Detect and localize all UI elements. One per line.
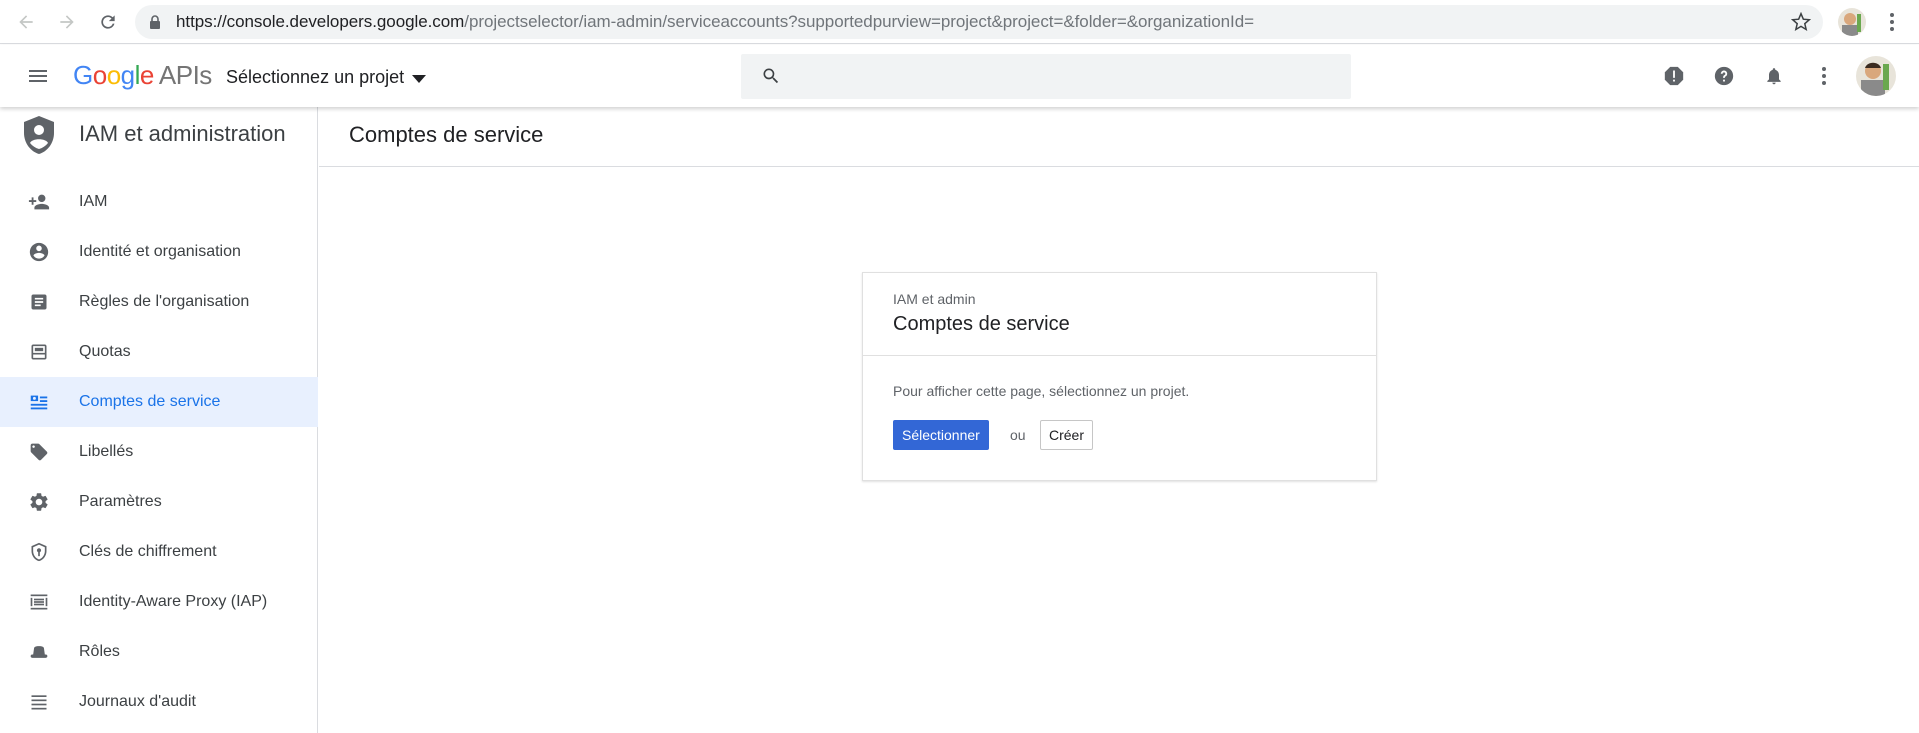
sidebar-item-org-policies[interactable]: Règles de l'organisation bbox=[0, 277, 318, 327]
iam-shield-icon bbox=[22, 115, 56, 160]
back-icon[interactable] bbox=[14, 10, 38, 34]
project-selector-label: Sélectionnez un projet bbox=[226, 66, 405, 87]
account-avatar[interactable] bbox=[1856, 56, 1896, 96]
sidebar-item-quotas[interactable]: Quotas bbox=[0, 327, 318, 377]
reload-icon[interactable] bbox=[96, 10, 120, 34]
project-required-card: IAM et admin Comptes de service Pour aff… bbox=[862, 272, 1377, 481]
label-icon bbox=[27, 440, 51, 464]
browser-toolbar: https://console.developers.google.com/pr… bbox=[0, 0, 1919, 44]
roles-icon bbox=[27, 640, 51, 664]
sidebar-item-audit-logs[interactable]: Journaux d'audit bbox=[0, 677, 318, 727]
browser-menu-icon[interactable] bbox=[1880, 10, 1904, 34]
select-project-button[interactable]: Sélectionner bbox=[893, 420, 989, 450]
sidebar-item-label: Clés de chiffrement bbox=[79, 543, 217, 560]
audit-logs-icon bbox=[27, 690, 51, 714]
dropdown-arrow-icon bbox=[412, 67, 427, 88]
sidebar-item-label: Comptes de service bbox=[79, 393, 221, 410]
lock-icon bbox=[149, 15, 161, 34]
logo-letter: G bbox=[73, 60, 93, 90]
sidebar-item-identity[interactable]: Identité et organisation bbox=[0, 227, 318, 277]
search-icon bbox=[761, 66, 781, 91]
card-title: Comptes de service bbox=[893, 313, 1070, 335]
person-add-icon bbox=[27, 190, 51, 214]
card-divider bbox=[863, 355, 1376, 356]
sidebar-item-settings[interactable]: Paramètres bbox=[0, 477, 318, 527]
sidebar-item-service-accounts[interactable]: Comptes de service bbox=[0, 377, 318, 427]
sidebar-item-label: Paramètres bbox=[79, 493, 162, 510]
sidebar-header: IAM et administration bbox=[0, 107, 318, 166]
logo-letter: o bbox=[106, 60, 121, 90]
sidebar-item-iam[interactable]: IAM bbox=[0, 177, 318, 227]
create-project-button[interactable]: Créer bbox=[1040, 420, 1094, 450]
project-selector[interactable]: Sélectionnez un projet bbox=[226, 63, 427, 91]
feedback-icon[interactable] bbox=[1662, 64, 1686, 88]
logo-letter: e bbox=[139, 60, 154, 90]
sidebar-nav: IAM et administration IAM Identité et or… bbox=[0, 107, 318, 733]
sidebar-item-roles[interactable]: Rôles bbox=[0, 627, 318, 677]
address-bar[interactable]: https://console.developers.google.com/pr… bbox=[135, 5, 1823, 39]
more-vert-icon[interactable] bbox=[1812, 64, 1836, 88]
logo-letter: o bbox=[92, 60, 107, 90]
sidebar-item-label: Quotas bbox=[79, 343, 131, 360]
card-message: Pour afficher cette page, sélectionnez u… bbox=[893, 383, 1190, 399]
hamburger-menu-icon[interactable] bbox=[26, 64, 50, 88]
notifications-icon[interactable] bbox=[1762, 64, 1786, 88]
sidebar-item-label: Identité et organisation bbox=[79, 243, 241, 260]
service-account-icon bbox=[27, 390, 51, 414]
sidebar-item-label: Rôles bbox=[79, 643, 120, 660]
policy-doc-icon bbox=[27, 290, 51, 314]
sidebar-item-encryption-keys[interactable]: Clés de chiffrement bbox=[0, 527, 318, 577]
bookmark-star-icon[interactable] bbox=[1790, 11, 1812, 37]
sidebar-item-label: Journaux d'audit bbox=[79, 693, 196, 710]
logo-suffix: APIs bbox=[158, 60, 212, 90]
profile-avatar[interactable] bbox=[1838, 8, 1866, 36]
forward-icon[interactable] bbox=[55, 10, 79, 34]
sidebar-item-labels[interactable]: Libellés bbox=[0, 427, 318, 477]
account-circle-icon bbox=[27, 240, 51, 264]
or-text: ou bbox=[1010, 427, 1026, 443]
title-divider bbox=[319, 166, 1919, 167]
sidebar-title: IAM et administration bbox=[79, 121, 286, 146]
logo-letter: g bbox=[120, 60, 135, 90]
page-title: Comptes de service bbox=[349, 122, 544, 147]
app-header: Google APIs Sélectionnez un projet bbox=[0, 45, 1919, 107]
quota-icon bbox=[27, 340, 51, 364]
sidebar-item-label: Identity-Aware Proxy (IAP) bbox=[79, 593, 268, 610]
sidebar-item-label: Libellés bbox=[79, 443, 134, 460]
help-icon[interactable] bbox=[1712, 64, 1736, 88]
url-text: https://console.developers.google.com/pr… bbox=[176, 12, 1254, 31]
sidebar-item-label: Règles de l'organisation bbox=[79, 293, 250, 310]
google-logo-wordmark: Google bbox=[73, 60, 154, 90]
sidebar-item-iap[interactable]: Identity-Aware Proxy (IAP) bbox=[0, 577, 318, 627]
encryption-key-icon bbox=[27, 540, 51, 564]
sidebar-item-label: IAM bbox=[79, 193, 108, 210]
settings-icon bbox=[27, 490, 51, 514]
search-input[interactable] bbox=[741, 54, 1351, 99]
iap-icon bbox=[27, 590, 51, 614]
card-subtitle: IAM et admin bbox=[893, 291, 976, 307]
google-apis-logo[interactable]: Google APIs bbox=[73, 59, 212, 91]
